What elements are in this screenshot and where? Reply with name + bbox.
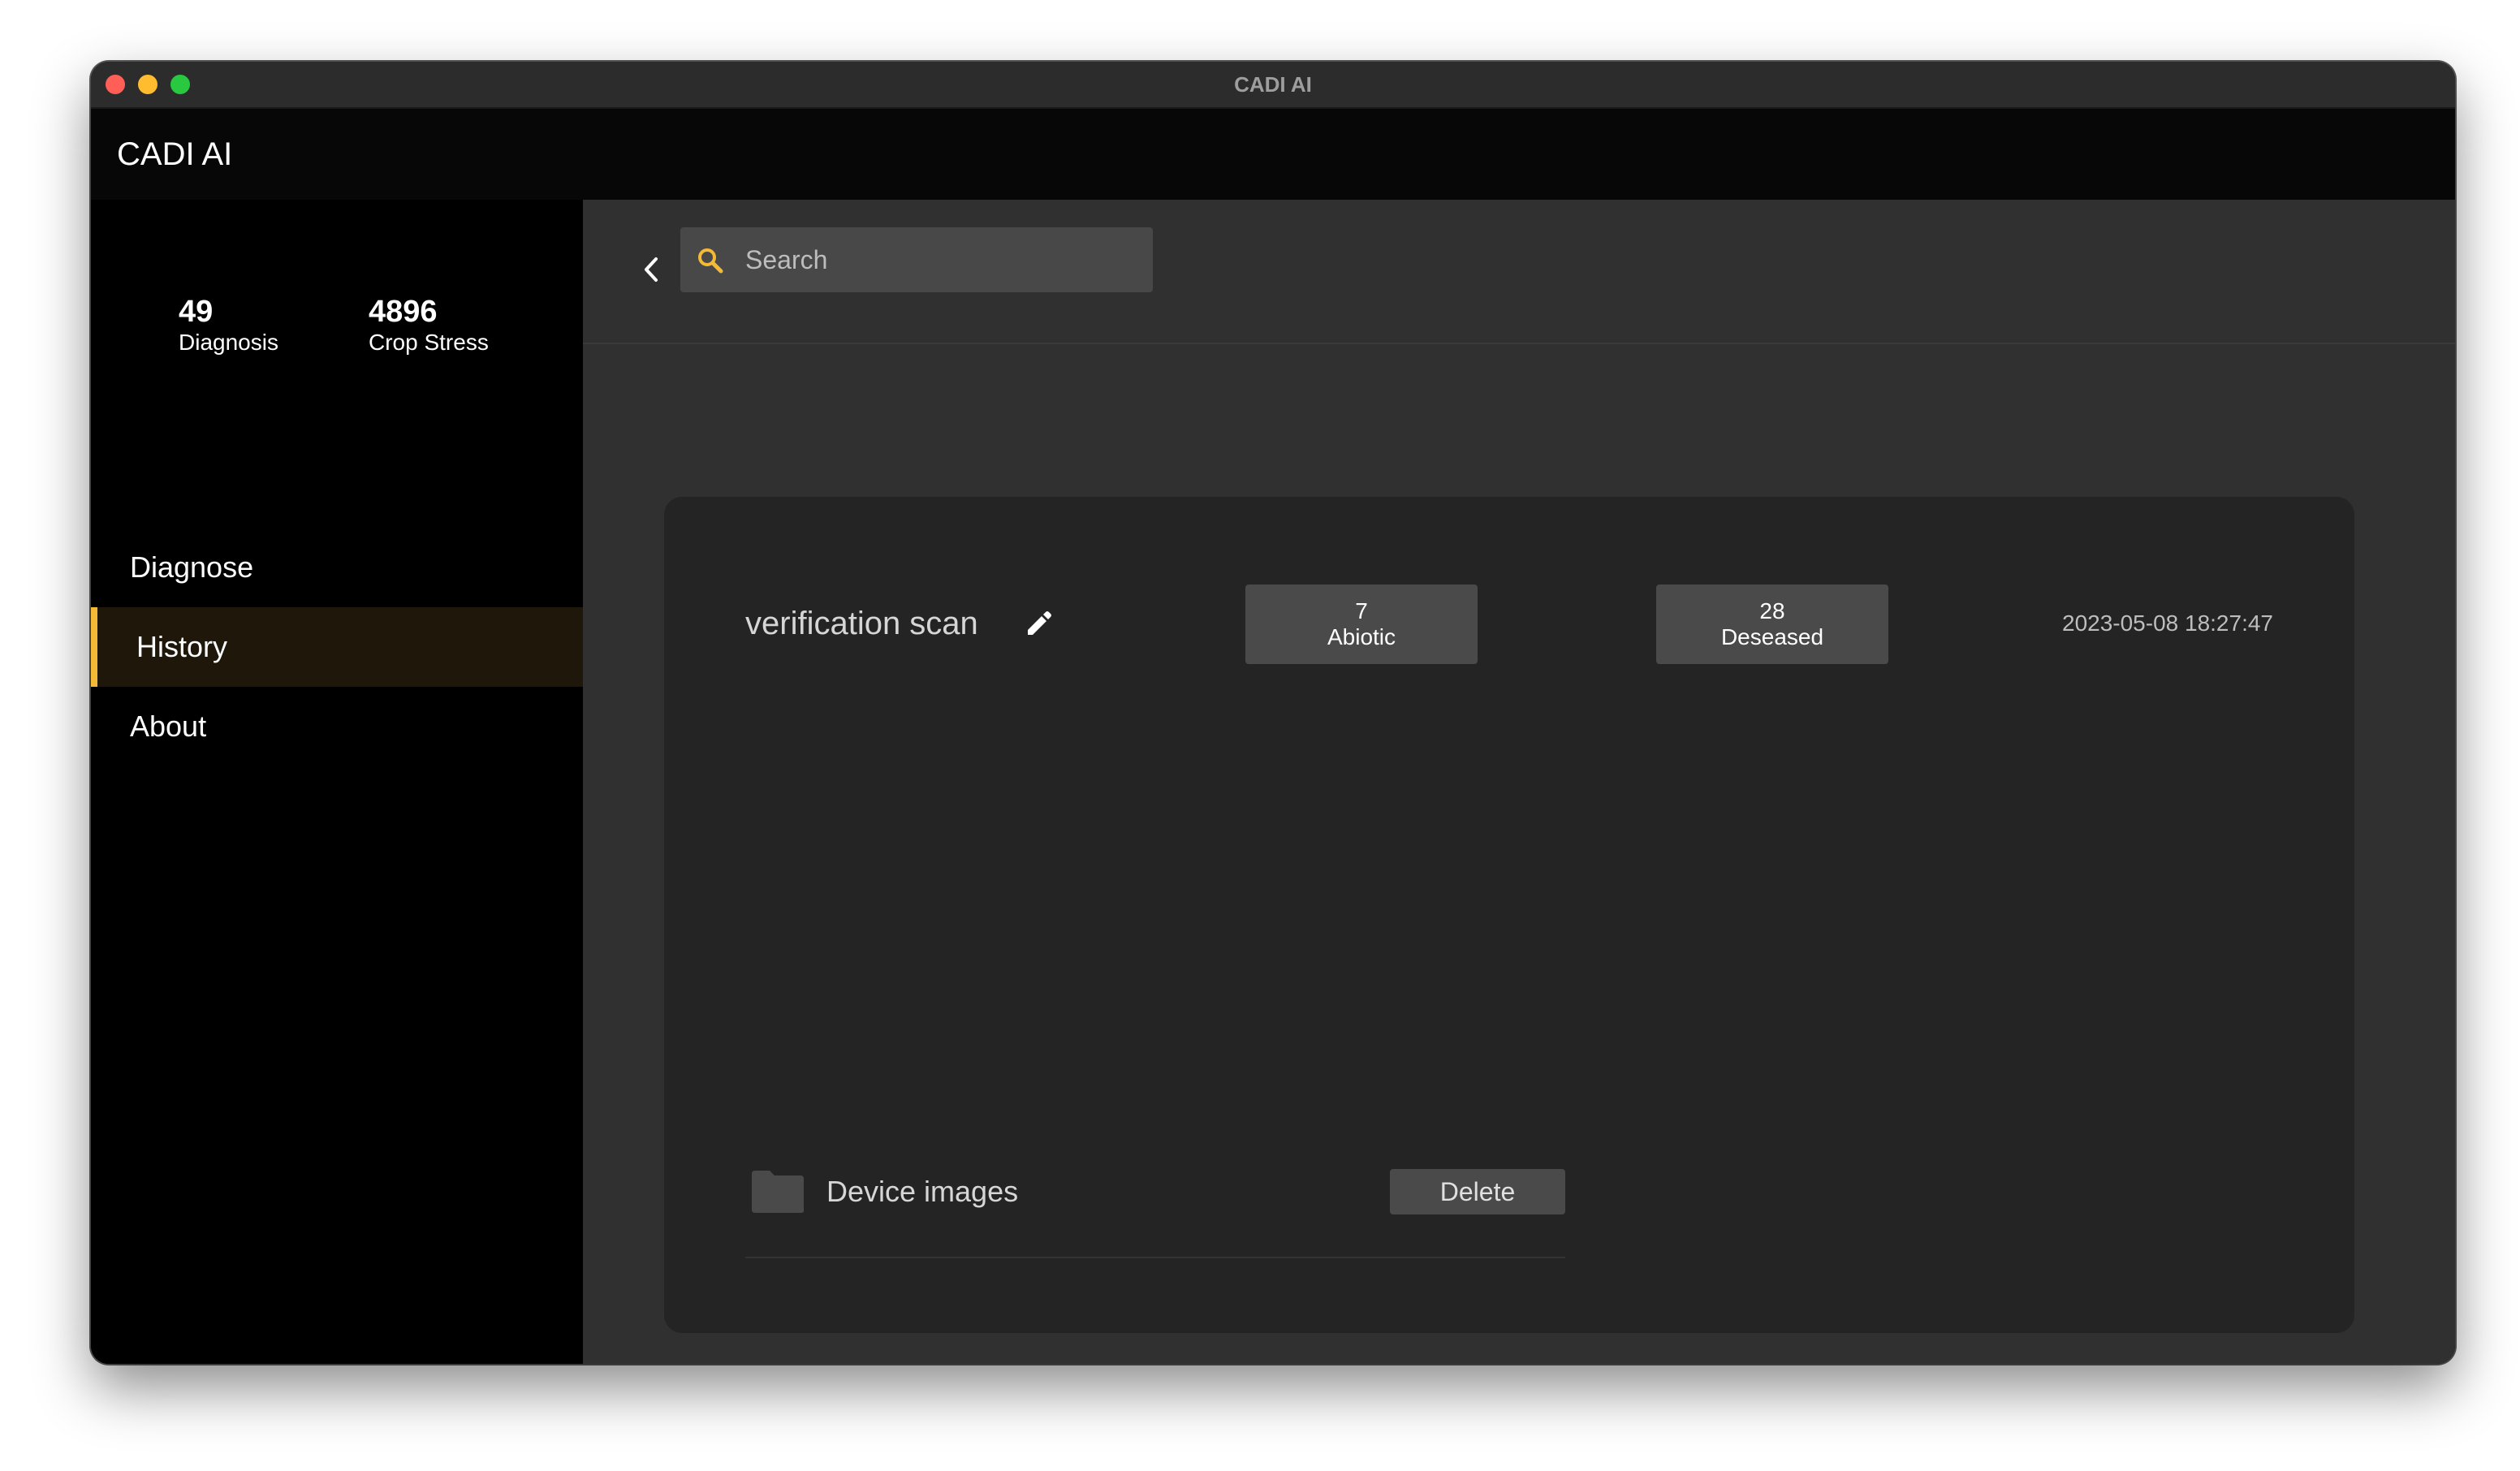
diseased-count-button[interactable]: 28 Deseased: [1656, 585, 1888, 664]
app-window: CADI AI CADI AI 49 Diagnosis 4896 Crop S…: [91, 62, 2455, 1364]
search-input[interactable]: [745, 227, 1143, 292]
sidebar-item-label: Diagnose: [130, 550, 254, 584]
main-content: verification scan 7 Abiotic 28 Deseased …: [583, 200, 2455, 1364]
list-item[interactable]: Device images Delete: [745, 1159, 1565, 1258]
scan-timestamp: 2023-05-08 18:27:47: [2062, 610, 2273, 636]
diagnosis-stat: 49 Diagnosis: [179, 295, 278, 357]
file-label: Device images: [826, 1175, 1019, 1208]
sidebar-item-about[interactable]: About: [91, 687, 583, 766]
abiotic-label: Abiotic: [1327, 624, 1396, 649]
crop-stress-label: Crop Stress: [369, 330, 489, 355]
delete-button[interactable]: Delete: [1390, 1169, 1565, 1214]
sidebar-item-history[interactable]: History: [91, 607, 583, 687]
scan-card: verification scan 7 Abiotic 28 Deseased …: [664, 497, 2354, 1333]
back-button[interactable]: [627, 245, 675, 294]
crop-stress-stat: 4896 Crop Stress: [369, 295, 489, 357]
diagnosis-count: 49: [179, 295, 214, 329]
app-title: CADI AI: [117, 136, 233, 172]
search-icon: [697, 247, 724, 274]
scan-title: verification scan: [745, 606, 978, 641]
toolbar: [583, 200, 2455, 344]
sidebar-item-diagnose[interactable]: Diagnose: [91, 528, 583, 607]
diseased-label: Deseased: [1720, 624, 1824, 649]
diagnosis-label: Diagnosis: [179, 330, 278, 355]
sidebar-item-label: History: [136, 630, 228, 663]
search-box[interactable]: [680, 227, 1153, 292]
diseased-count: 28: [1759, 598, 1785, 623]
edit-title-button[interactable]: [1021, 606, 1057, 641]
sidebar-item-label: About: [130, 710, 207, 743]
app-header: CADI AI: [91, 109, 2455, 200]
abiotic-count: 7: [1355, 598, 1368, 623]
chevron-left-icon: [645, 257, 658, 282]
abiotic-count-button[interactable]: 7 Abiotic: [1245, 585, 1478, 664]
window-title: CADI AI: [1234, 72, 1312, 97]
pencil-icon: [1028, 611, 1051, 635]
folder-icon: [750, 1169, 805, 1214]
sidebar: 49 Diagnosis 4896 Crop Stress Diagnose H…: [91, 200, 583, 1364]
crop-stress-count: 4896: [369, 295, 438, 329]
window-titlebar: CADI AI: [91, 62, 2455, 109]
